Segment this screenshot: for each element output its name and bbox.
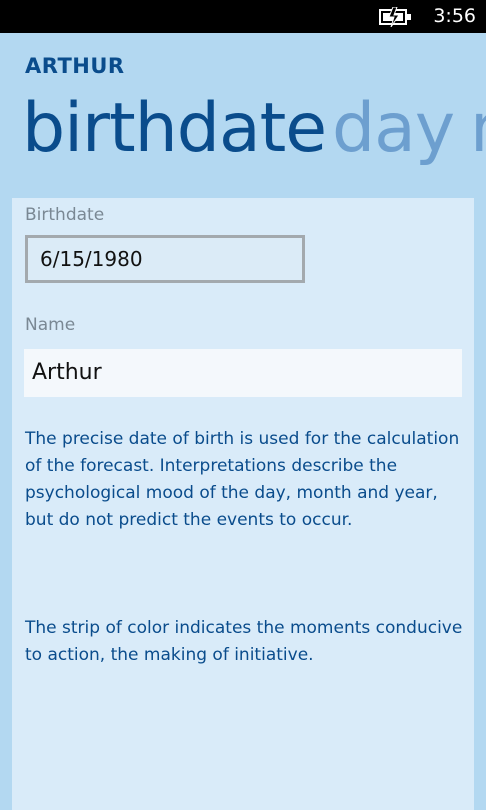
color-strip-description: The strip of color indicates the moments…: [25, 618, 463, 665]
birthdate-panel: Birthdate 6/15/1980 Name Arthur The prec…: [12, 198, 474, 810]
name-value: Arthur: [32, 360, 102, 385]
pivot-item-month[interactable]: m: [470, 84, 486, 174]
app-title: ARTHUR: [25, 54, 125, 78]
status-bar: 3:56: [0, 0, 486, 33]
pivot-item-birthdate[interactable]: birthdate: [22, 84, 327, 174]
forecast-description: The precise date of birth is used for th…: [25, 429, 460, 530]
name-field[interactable]: Arthur: [24, 349, 462, 397]
birthdate-picker[interactable]: 6/15/1980: [25, 235, 305, 283]
birthdate-value: 6/15/1980: [40, 247, 143, 271]
pivot-headers: birthdate day m: [0, 84, 486, 184]
battery-charging-icon: [379, 7, 411, 27]
pivot-item-day[interactable]: day: [332, 84, 455, 174]
birthdate-label: Birthdate: [25, 205, 105, 225]
name-label: Name: [25, 315, 76, 335]
status-clock: 3:56: [433, 5, 476, 27]
